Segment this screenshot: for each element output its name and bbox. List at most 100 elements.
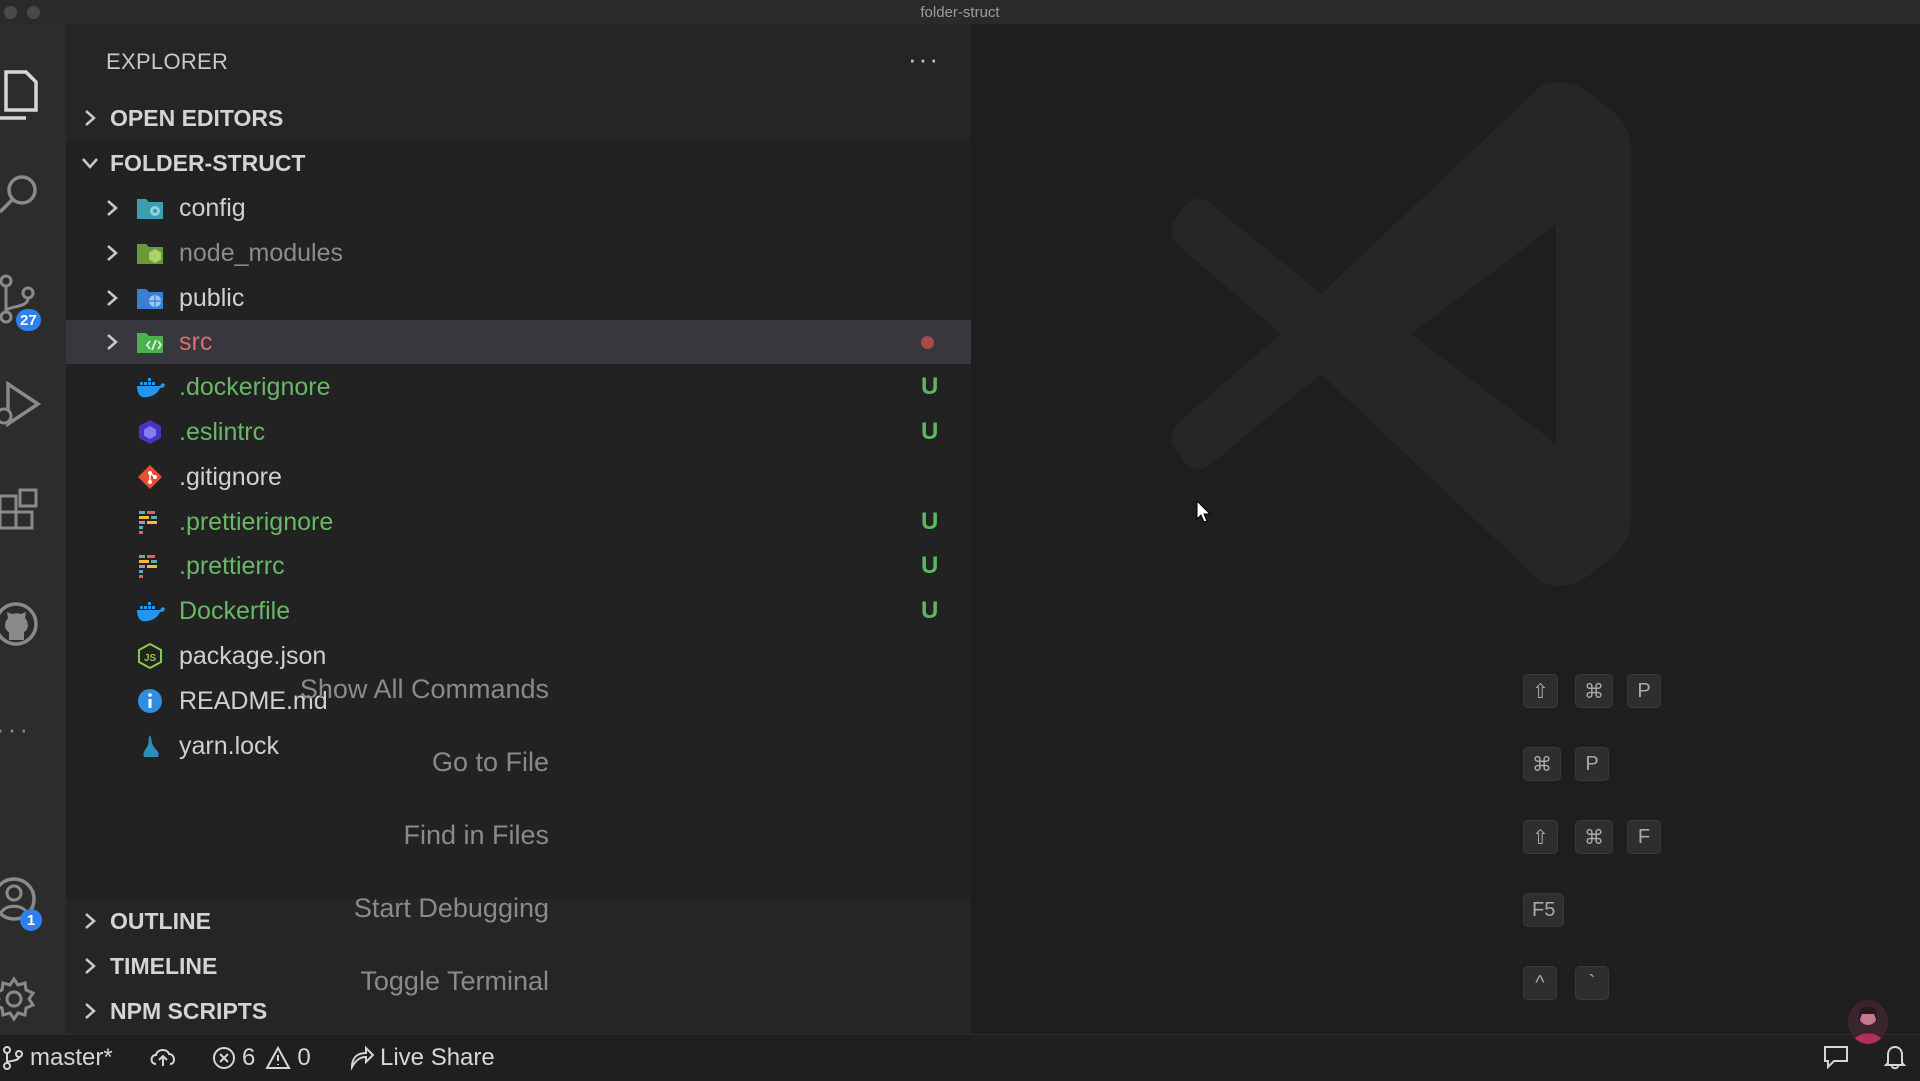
branch-icon xyxy=(3,1046,23,1070)
shortcut-key: ⌘ xyxy=(1523,747,1561,781)
sync-status-item[interactable] xyxy=(148,1044,178,1070)
branch-name: master* xyxy=(30,1044,113,1071)
search-activity-button[interactable] xyxy=(0,154,66,234)
shortcut-key: P xyxy=(1575,747,1609,781)
git-status-badge: U xyxy=(921,597,939,625)
file-name: yarn.lock xyxy=(179,731,280,760)
prettier-icon xyxy=(136,553,164,579)
live-share-icon xyxy=(350,1045,374,1071)
git-status-badge: U xyxy=(921,507,939,535)
manage-activity-button[interactable] xyxy=(0,959,66,1039)
folder-row[interactable]: src xyxy=(66,320,971,365)
modified-indicator xyxy=(921,336,934,350)
npm-scripts-label: NPM SCRIPTS xyxy=(110,997,268,1024)
window-title: folder-struct xyxy=(920,3,1000,21)
file-row[interactable]: Dockerfile U xyxy=(66,589,971,633)
chevron-right-icon xyxy=(70,108,110,128)
chevron-right-icon xyxy=(70,956,110,976)
shortcut-key: ^ xyxy=(1523,966,1557,1000)
file-row[interactable]: .eslintrc U xyxy=(66,410,971,454)
file-name: .eslintrc xyxy=(179,418,266,446)
docker-icon xyxy=(136,598,165,624)
open-editors-label: OPEN EDITORS xyxy=(110,104,284,131)
file-row[interactable]: .gitignore xyxy=(66,455,971,499)
chevron-down-icon xyxy=(70,155,110,171)
run-debug-icon xyxy=(0,380,42,428)
file-row[interactable]: .dockerignore U xyxy=(66,365,971,409)
file-row[interactable]: .prettierrc U xyxy=(66,544,971,588)
cloud-upload-icon xyxy=(150,1049,175,1066)
notifications-status-item[interactable] xyxy=(1882,1044,1908,1070)
file-row[interactable]: .prettierignore U xyxy=(66,500,971,544)
prettier-icon xyxy=(136,509,164,535)
file-name: Dockerfile xyxy=(179,597,291,626)
explorer-activity-button[interactable] xyxy=(0,54,66,134)
file-name: .gitignore xyxy=(179,462,282,491)
branch-status-item[interactable]: master* xyxy=(2,1044,113,1072)
shortcut-label[interactable]: Find in Files xyxy=(403,820,549,851)
person-icon xyxy=(1852,1006,1884,1044)
live-share-status-item[interactable]: Live Share xyxy=(348,1044,495,1072)
folder-row[interactable]: public xyxy=(66,276,971,320)
editor-area: Show All Commands ⇧ ⌘ P Go to File ⌘ P Find in … xyxy=(300,24,1920,1034)
github-icon xyxy=(0,602,38,646)
folder-row[interactable]: node_modules xyxy=(66,231,971,275)
feedback-icon xyxy=(1824,1046,1848,1070)
more-activity-button[interactable]: ··· xyxy=(0,689,66,769)
timeline-label: TIMELINE xyxy=(110,952,218,979)
feedback-status-item[interactable] xyxy=(1822,1044,1850,1070)
close-window-button[interactable] xyxy=(4,6,17,19)
file-name: .dockerignore xyxy=(179,373,331,402)
extensions-activity-button[interactable] xyxy=(0,474,66,554)
live-share-label: Live Share xyxy=(380,1044,495,1071)
folder-struct-section[interactable]: FOLDER-STRUCT xyxy=(66,141,971,185)
file-name: node_modules xyxy=(179,238,344,267)
github-activity-button[interactable] xyxy=(0,584,66,664)
chevron-right-icon xyxy=(70,911,110,931)
shortcut-key: ⇧ xyxy=(1523,674,1558,708)
file-row[interactable]: JS package.json xyxy=(66,634,971,678)
folder-public-icon xyxy=(136,285,164,311)
warning-icon xyxy=(265,1046,292,1069)
chevron-right-icon xyxy=(104,243,120,268)
shortcut-label[interactable]: Start Debugging xyxy=(354,893,549,924)
search-icon xyxy=(0,175,37,214)
folder-src-icon xyxy=(136,329,164,355)
gear-icon xyxy=(0,976,36,1022)
folder-row[interactable]: config xyxy=(66,186,971,230)
error-icon xyxy=(213,1047,235,1069)
activity-bar: 27 ··· 1 xyxy=(0,24,66,1034)
shortcut-label[interactable]: Show All Commands xyxy=(300,674,549,705)
shortcut-key: ` xyxy=(1575,966,1609,1000)
folder-struct-label: FOLDER-STRUCT xyxy=(110,149,306,176)
shortcut-label[interactable]: Go to File xyxy=(432,747,549,778)
chevron-right-icon xyxy=(104,198,120,223)
presenter-avatar xyxy=(1848,1000,1888,1044)
chevron-right-icon xyxy=(70,1001,110,1021)
source-control-activity-button[interactable]: 27 xyxy=(0,259,66,339)
folder-config-icon xyxy=(136,195,164,221)
explorer-more-actions-button[interactable]: ··· xyxy=(908,44,940,75)
bell-icon xyxy=(1883,1045,1907,1070)
accounts-activity-button[interactable]: 1 xyxy=(0,859,66,939)
shortcut-key: ⌘ xyxy=(1575,820,1613,854)
open-editors-section[interactable]: OPEN EDITORS xyxy=(66,96,971,140)
error-count: 6 xyxy=(242,1044,256,1071)
outline-label: OUTLINE xyxy=(110,907,211,934)
shortcut-key: P xyxy=(1627,674,1661,708)
explorer-title: EXPLORER xyxy=(106,49,229,74)
shortcut-key: F xyxy=(1627,820,1661,854)
git-status-badge: U xyxy=(921,552,939,580)
shortcut-label[interactable]: Toggle Terminal xyxy=(360,966,549,997)
git-status-badge: U xyxy=(921,418,939,445)
file-name: public xyxy=(179,283,245,312)
problems-status-item[interactable]: 6 0 xyxy=(212,1044,311,1072)
shortcut-key: ⌘ xyxy=(1575,674,1613,708)
source-control-badge: 27 xyxy=(16,309,41,331)
more-icon: ··· xyxy=(0,713,31,744)
explorer-sidebar: EXPLORER ··· OPEN EDITORS FOLDER-STRUCT … xyxy=(66,24,971,1034)
file-name: config xyxy=(179,194,246,222)
minimize-window-button[interactable] xyxy=(27,6,40,19)
run-debug-activity-button[interactable] xyxy=(0,364,66,444)
info-icon xyxy=(136,688,164,714)
